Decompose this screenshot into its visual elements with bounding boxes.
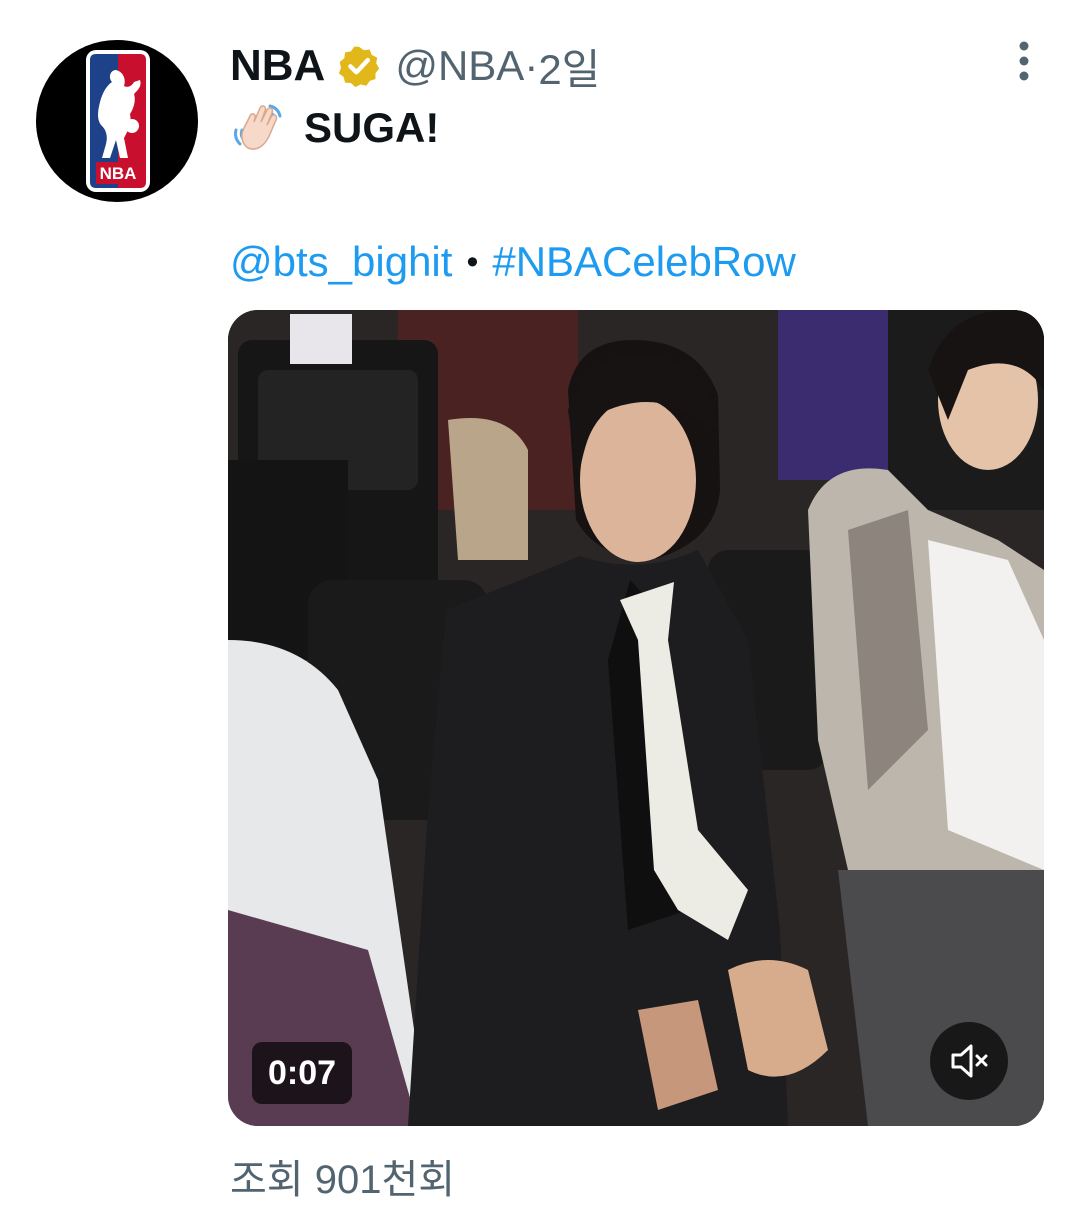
svg-text:NBA: NBA xyxy=(100,164,137,183)
author-name[interactable]: NBA xyxy=(230,41,325,91)
tweet-links-line: @bts_bighit • #NBACelebRow xyxy=(230,232,796,292)
tweet-header: NBA @NBA · 2일 xyxy=(230,40,600,93)
waving-hand-icon xyxy=(234,104,282,150)
tweet-text: SUGA! xyxy=(304,104,440,151)
volume-muted-icon xyxy=(951,1044,988,1078)
video-duration: 0:07 xyxy=(252,1042,353,1104)
hashtag-link[interactable]: #NBACelebRow xyxy=(492,238,795,286)
tweet-text-line: SUGA! xyxy=(230,98,439,158)
meta-separator: · xyxy=(524,42,539,89)
author-handle[interactable]: @NBA xyxy=(395,42,524,90)
video-player[interactable]: 0:07 xyxy=(228,310,1044,1126)
bullet-separator: • xyxy=(466,242,479,281)
mute-toggle-button[interactable] xyxy=(930,1022,1008,1100)
avatar[interactable]: NBA xyxy=(36,40,198,202)
mention-link[interactable]: @bts_bighit xyxy=(230,238,452,286)
verified-badge-icon xyxy=(339,46,380,88)
video-frame xyxy=(228,310,1044,1126)
timestamp[interactable]: 2일 xyxy=(538,36,600,97)
view-count: 조회 901천회 xyxy=(230,1158,456,1202)
nba-logo-icon: NBA xyxy=(86,50,150,192)
more-options-icon[interactable] xyxy=(1014,40,1034,84)
